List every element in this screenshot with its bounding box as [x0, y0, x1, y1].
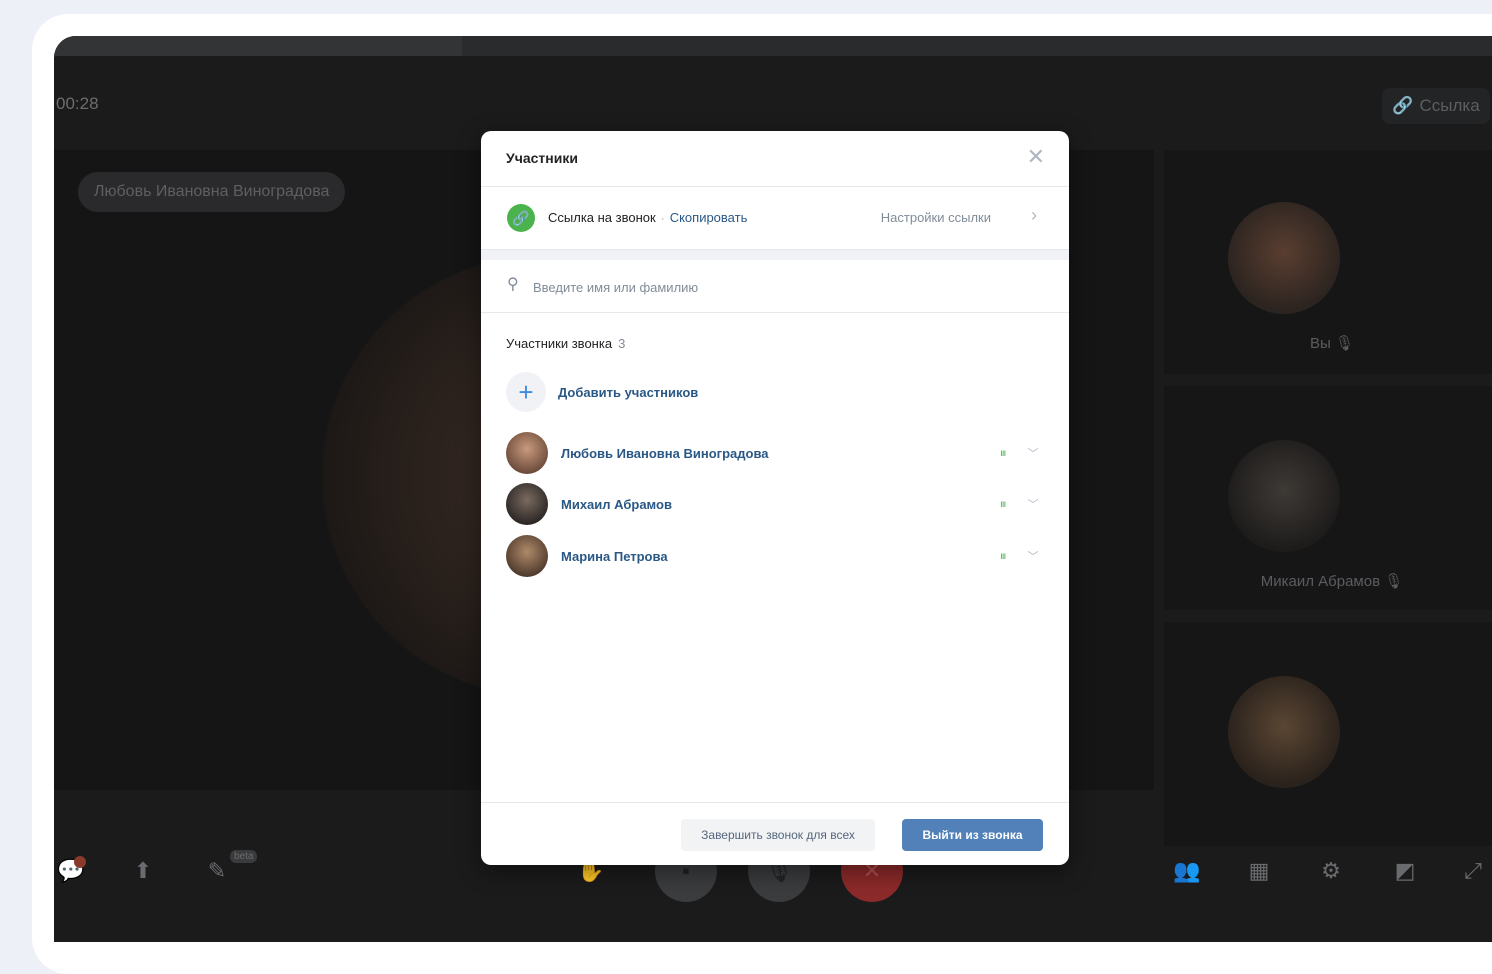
leave-call-button[interactable]: Выйти из звонка: [902, 819, 1043, 851]
search-icon: ⚲: [507, 276, 519, 293]
chevron-down-icon[interactable]: ﹀: [1020, 496, 1046, 512]
call-timer: 00:28: [56, 94, 99, 113]
section-gap: [481, 250, 1069, 260]
third-video: [1228, 676, 1340, 788]
participants-section-title: Участники звонка 3: [506, 336, 625, 351]
participant-row[interactable]: Михаил Абрамов ııı ﹀: [506, 482, 1046, 526]
search-input[interactable]: [531, 274, 1015, 300]
call-top-strip: [54, 36, 1492, 56]
fullscreen-icon[interactable]: ⤢: [1458, 856, 1488, 886]
add-participants-label: Добавить участников: [558, 384, 699, 400]
share-screen-icon[interactable]: ⬆: [128, 856, 158, 886]
search-bar: ⚲: [481, 260, 1069, 313]
mic-off-icon: 🎙: [1334, 335, 1354, 352]
side-label-second: Микаил Абрамов: [1260, 573, 1381, 590]
participant-name[interactable]: Михаил Абрамов: [561, 497, 1000, 512]
settings-gear-icon[interactable]: ⚙: [1316, 856, 1346, 886]
self-video: [1228, 202, 1340, 314]
modal-header: Участники ✕: [481, 131, 1069, 187]
call-link-button[interactable]: 🔗 Ссылка: [1382, 88, 1490, 124]
link-separator: ·: [660, 211, 665, 225]
participant-name[interactable]: Марина Петрова: [561, 549, 1000, 564]
avatar: [506, 483, 548, 525]
end-call-for-all-button[interactable]: Завершить звонок для всех: [681, 819, 875, 851]
section-title-text: Участники звонка: [506, 336, 613, 351]
second-video: [1228, 440, 1340, 552]
chevron-down-icon[interactable]: ﹀: [1020, 548, 1046, 564]
avatar: [506, 432, 548, 474]
chevron-down-icon[interactable]: ﹀: [1020, 445, 1046, 461]
main-speaker-tag: Любовь Ивановна Виноградова: [78, 172, 346, 212]
draw-icon[interactable]: ✎: [202, 856, 232, 886]
call-link-label: Ссылка: [1419, 96, 1480, 115]
modal-footer: Завершить звонок для всех Выйти из звонк…: [481, 802, 1069, 865]
side-label-self: Вы: [1309, 335, 1331, 352]
call-link-row: 🔗 Ссылка на звонок · Скопировать Настройки…: [481, 187, 1069, 250]
close-icon[interactable]: ✕: [1027, 145, 1045, 169]
beta-badge: beta: [230, 850, 258, 863]
participant-name[interactable]: Любовь Ивановна Виноградова: [561, 446, 1000, 461]
participant-row[interactable]: Марина Петрова ııı ﹀: [506, 534, 1046, 578]
plus-icon: +: [506, 372, 546, 412]
link-icon: 🔗: [507, 204, 535, 232]
avatar: [506, 535, 548, 577]
link-settings-button[interactable]: Настройки ссылки: [881, 210, 991, 225]
modal-title: Участники: [506, 150, 578, 166]
participants-icon[interactable]: 👥: [1172, 856, 1202, 886]
grid-view-icon[interactable]: ▦: [1244, 856, 1274, 886]
copy-link-button[interactable]: Скопировать: [670, 210, 748, 225]
chevron-right-icon[interactable]: ›: [1031, 205, 1037, 226]
add-participants-button[interactable]: + Добавить участников: [506, 371, 698, 413]
volume-bars-icon: ııı: [1000, 447, 1006, 459]
mic-off-icon: 🎙: [1384, 573, 1404, 590]
participants-modal: Участники ✕ 🔗 Ссылка на звонок · Скопирова…: [481, 131, 1069, 865]
participant-row[interactable]: Любовь Ивановна Виноградова ııı ﹀: [506, 431, 1046, 475]
volume-bars-icon: ııı: [1000, 550, 1006, 562]
participants-count: 3: [618, 336, 626, 351]
call-link-label: Ссылка на звонок: [548, 210, 656, 225]
volume-bars-icon: ııı: [1000, 498, 1006, 510]
minimize-window-icon[interactable]: ◩: [1390, 856, 1420, 886]
chat-badge: [74, 856, 86, 868]
link-icon: 🔗: [1392, 96, 1414, 115]
